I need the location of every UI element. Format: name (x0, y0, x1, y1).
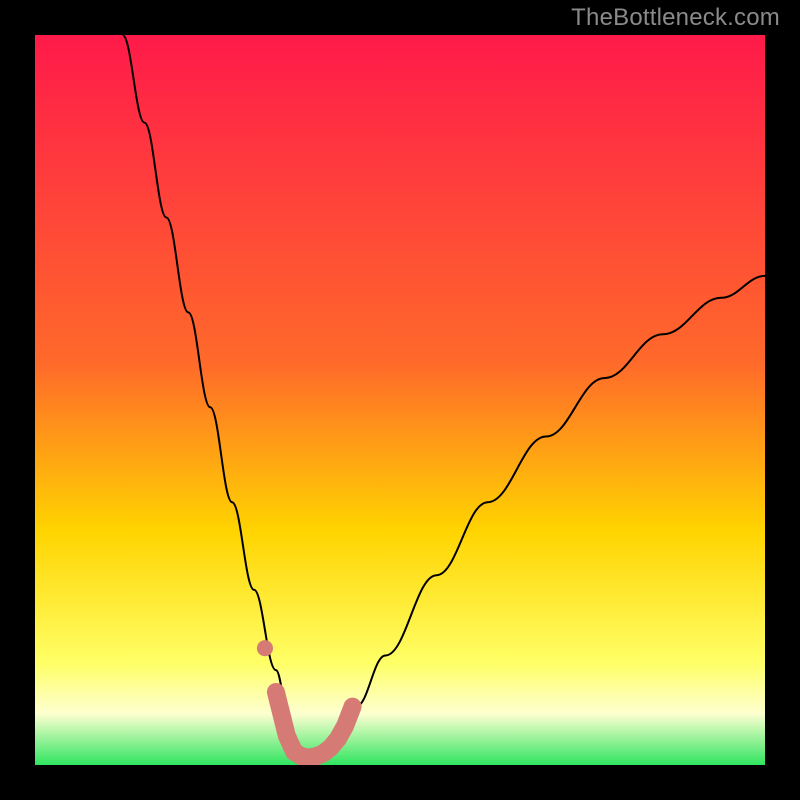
isolated-marker (257, 640, 273, 656)
chart-frame: TheBottleneck.com (0, 0, 800, 800)
chart-background (35, 35, 765, 765)
watermark-text: TheBottleneck.com (571, 4, 780, 32)
bottleneck-chart (35, 35, 765, 765)
